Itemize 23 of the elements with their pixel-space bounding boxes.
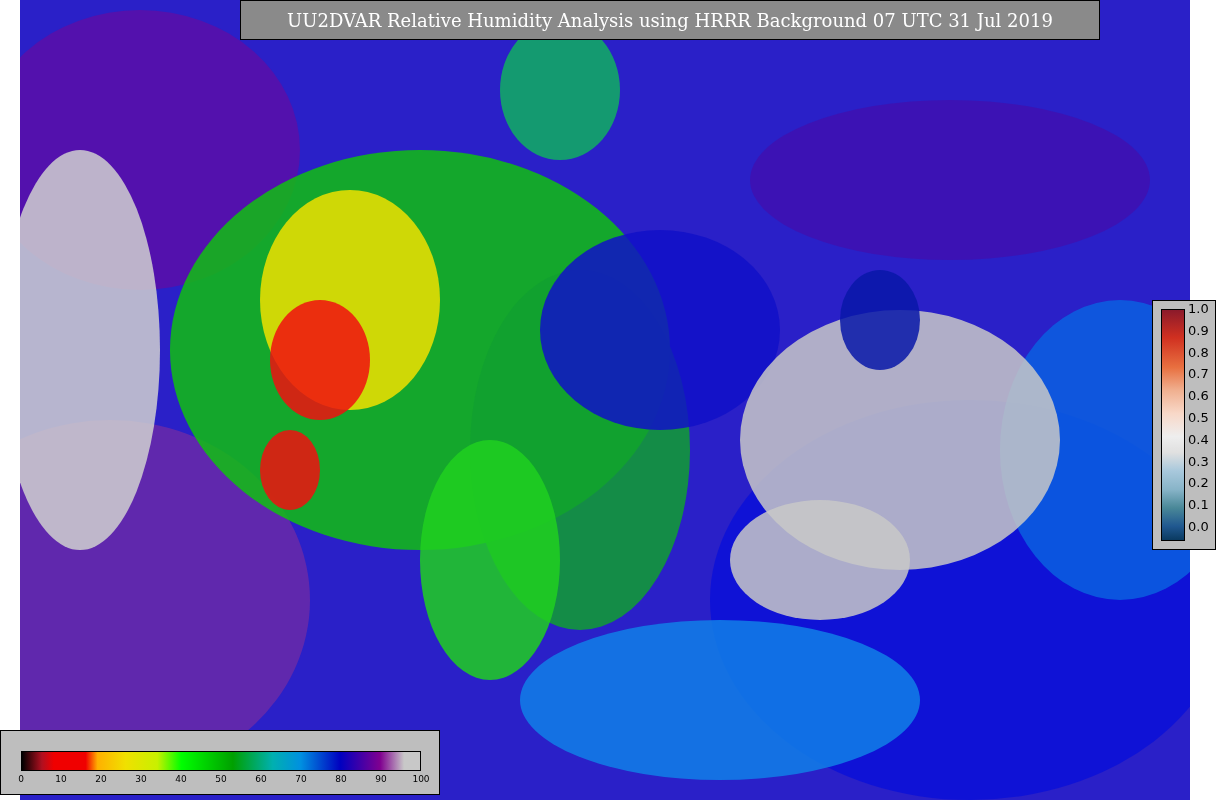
colorbar-tick-label: 0.9 bbox=[1188, 323, 1209, 338]
colorbar-tick-label: 20 bbox=[95, 773, 107, 786]
colorbar-tick-label: 0.3 bbox=[1188, 454, 1209, 469]
colorbar-tick-label: 10 bbox=[55, 773, 67, 786]
colorbar-tick-label: 80 bbox=[335, 773, 347, 786]
colorbar-tick-label: 50 bbox=[215, 773, 227, 786]
colorbar-tick-label: 40 bbox=[175, 773, 187, 786]
colorbar-tick-label: 90 bbox=[375, 773, 387, 786]
colorbar-tick-label: 100 bbox=[412, 773, 430, 786]
colorbar-tick-label: 30 bbox=[135, 773, 147, 786]
colorbar-tick-label: 1.0 bbox=[1188, 302, 1209, 316]
map-title: UU2DVAR Relative Humidity Analysis using HRRR Background 07 UTC 31 Jul 2019 bbox=[240, 0, 1100, 40]
colorbar-tick-label: 0.4 bbox=[1188, 432, 1209, 447]
colorbar-tick-label: 0.7 bbox=[1188, 367, 1209, 382]
colorbar-tick-label: 60 bbox=[255, 773, 267, 786]
colorbar-tick-label: 0 bbox=[18, 773, 24, 786]
colorbar-tick-label: 0.1 bbox=[1188, 498, 1209, 513]
colorbar-tick-label: 0.6 bbox=[1188, 389, 1209, 404]
colorbar-tick-label: 0.8 bbox=[1188, 345, 1209, 360]
colorbar-tick-label: 0.0 bbox=[1188, 519, 1209, 534]
colorbar-tick-label: 70 bbox=[295, 773, 307, 786]
colorbar-tick-label: 0.5 bbox=[1188, 411, 1209, 425]
colorbar-tick-label: 0.2 bbox=[1188, 476, 1209, 491]
